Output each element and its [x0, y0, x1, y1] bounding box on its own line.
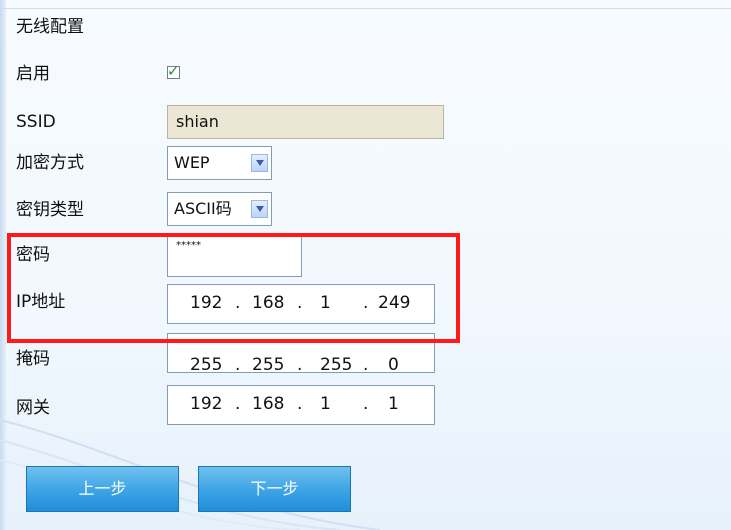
mask-octet: 255 — [320, 355, 353, 375]
ssid-input[interactable]: shian — [167, 105, 444, 139]
mask-dot: . — [235, 355, 241, 375]
mask-dot: . — [297, 355, 303, 375]
chevron-down-icon[interactable] — [251, 154, 268, 172]
gateway-dot: . — [363, 394, 369, 414]
gateway-input[interactable]: 192 . 168 . 1 . 1 — [167, 385, 435, 425]
encryption-select[interactable]: WEP — [167, 146, 272, 180]
encryption-select-value: WEP — [174, 153, 210, 172]
key-type-select[interactable]: ASCII码 — [167, 192, 272, 226]
gateway-octet: 192 — [190, 394, 223, 414]
mask-dot: . — [363, 355, 369, 375]
gateway-octet: 168 — [252, 394, 285, 414]
gateway-dot: . — [235, 394, 241, 414]
gateway-octet: 1 — [388, 394, 399, 414]
wireless-config-panel: 无线配置 启用 ✓ SSID shian 加密方式 WEP 密钥类型 ASCII… — [0, 0, 731, 530]
encryption-label: 加密方式 — [16, 153, 84, 173]
gateway-dot: . — [297, 394, 303, 414]
key-type-select-value: ASCII码 — [174, 199, 232, 218]
top-divider — [0, 8, 731, 9]
gateway-octet: 1 — [320, 394, 331, 414]
page-title: 无线配置 — [16, 17, 84, 37]
mask-label: 掩码 — [16, 349, 50, 369]
ssid-label: SSID — [16, 112, 56, 132]
key-type-label: 密钥类型 — [16, 200, 84, 220]
mask-octet: 255 — [190, 355, 223, 375]
prev-button[interactable]: 上一步 — [26, 466, 179, 512]
chevron-down-icon[interactable] — [251, 200, 268, 218]
next-button[interactable]: 下一步 — [198, 466, 351, 512]
mask-octet: 0 — [388, 355, 399, 375]
mask-octet: 255 — [252, 355, 285, 375]
gateway-label: 网关 — [16, 398, 50, 418]
enable-checkbox[interactable]: ✓ — [167, 62, 180, 80]
highlight-box — [7, 233, 460, 343]
enable-label: 启用 — [16, 64, 50, 84]
checkmark-icon: ✓ — [167, 62, 180, 80]
